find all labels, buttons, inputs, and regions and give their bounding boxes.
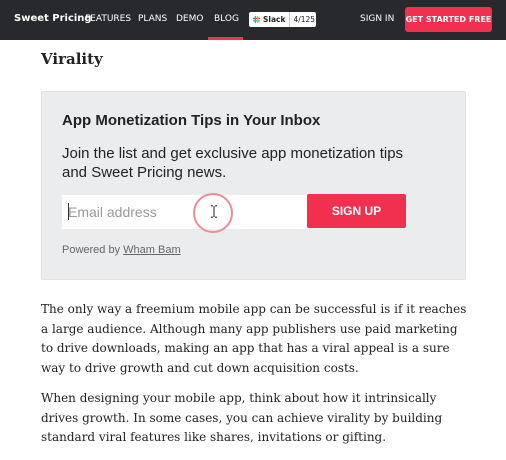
newsletter-title: App Monetization Tips in Your Inbox <box>62 112 321 129</box>
article-paragraph: The only way a freemium mobile app can b… <box>41 302 467 375</box>
brand-logo[interactable]: Sweet Pricing <box>14 13 92 24</box>
newsletter-signup-box: App Monetization Tips in Your Inbox Join… <box>41 91 466 280</box>
text-cursor-icon <box>210 205 218 218</box>
wham-bam-link[interactable]: Wham Bam <box>123 244 180 256</box>
get-started-button[interactable]: GET STARTED FREE <box>405 7 492 32</box>
sign-up-button[interactable]: SIGN UP <box>307 194 406 228</box>
nav-link-plans[interactable]: PLANS <box>138 14 167 24</box>
slack-logo-icon <box>252 15 261 24</box>
email-input[interactable]: Email address <box>62 195 307 229</box>
text-caret <box>68 203 69 220</box>
newsletter-description: Join the list and get exclusive app mone… <box>62 145 404 181</box>
powered-by: Powered by Wham Bam <box>62 244 181 256</box>
slack-badge[interactable]: Slack 4/125 <box>249 12 316 27</box>
active-nav-indicator <box>208 37 243 40</box>
article-paragraph: When designing your mobile app, think ab… <box>41 391 443 444</box>
nav-link-features[interactable]: FEATURES <box>85 14 131 24</box>
sign-in-link[interactable]: SIGN IN <box>360 14 394 24</box>
powered-by-prefix: Powered by <box>62 244 121 256</box>
top-navigation: Sweet Pricing FEATURES PLANS DEMO BLOG S… <box>0 0 506 40</box>
nav-link-blog[interactable]: BLOG <box>214 14 239 24</box>
nav-link-demo[interactable]: DEMO <box>176 14 203 24</box>
slack-member-count: 4/125 <box>289 12 315 27</box>
slack-label: Slack <box>263 15 286 24</box>
section-heading: Virality <box>41 50 103 68</box>
